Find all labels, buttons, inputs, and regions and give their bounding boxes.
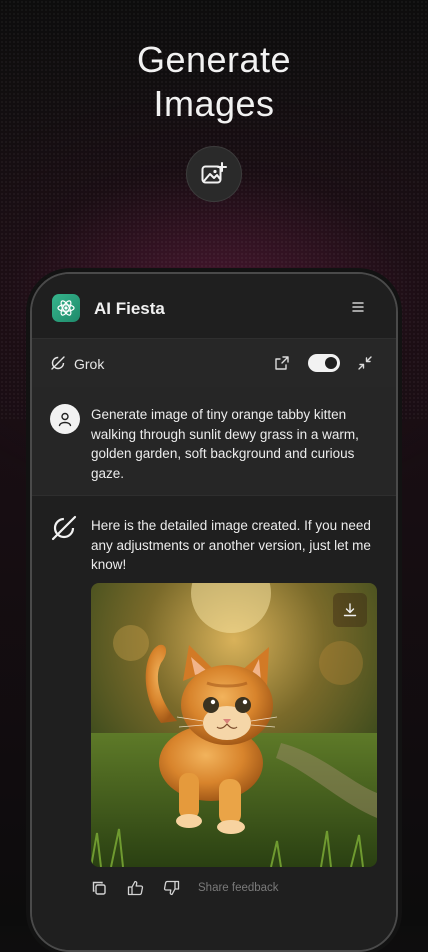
app-header: AI Fiesta (32, 274, 396, 338)
model-name[interactable]: Grok (74, 356, 104, 372)
hero-title-line1: Generate (136, 39, 292, 80)
hero-title-line2: Images (153, 83, 275, 124)
message-actions: Share feedback (91, 880, 381, 902)
grok-icon (50, 355, 66, 376)
hamburger-menu-icon[interactable] (350, 300, 366, 314)
image-plus-icon (186, 146, 242, 202)
hero-title: Generate Images (0, 38, 428, 126)
grok-icon (50, 514, 78, 547)
collapse-arrows-icon[interactable] (357, 355, 373, 376)
user-avatar-icon (50, 404, 80, 434)
download-icon[interactable] (333, 593, 367, 627)
copy-icon[interactable] (91, 880, 109, 898)
toggle-knob (325, 357, 337, 369)
thumbs-up-icon[interactable] (127, 880, 145, 898)
generated-image[interactable] (91, 583, 377, 867)
user-message-text: Generate image of tiny orange tabby kitt… (91, 407, 359, 481)
bot-message-text: Here is the detailed image created. If y… (91, 518, 371, 572)
thumbs-down-icon[interactable] (163, 880, 181, 898)
model-toggle[interactable] (308, 354, 340, 372)
share-feedback-link[interactable]: Share feedback (198, 882, 279, 894)
app-title: AI Fiesta (94, 299, 165, 318)
share-external-icon[interactable] (274, 355, 290, 376)
phone-frame: AI Fiesta Grok Generate image of tiny or… (30, 272, 398, 952)
bot-message: Here is the detailed image created. If y… (32, 496, 396, 950)
atom-logo-icon (52, 294, 80, 322)
user-message: Generate image of tiny orange tabby kitt… (32, 387, 396, 496)
model-bar: Grok (32, 338, 396, 387)
